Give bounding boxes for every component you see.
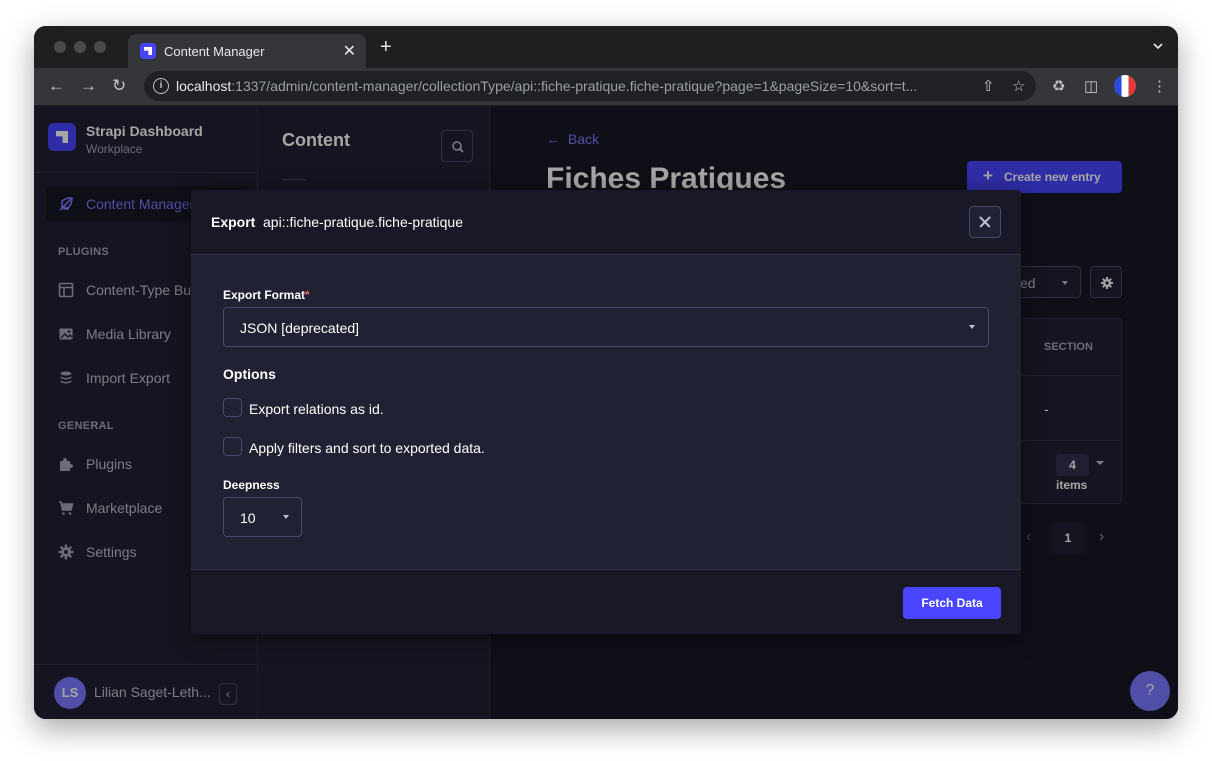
extensions-puzzle-icon[interactable]: ♻ [1052,77,1065,95]
browser-toolbar: ← → ↻ i localhost:1337/admin/content-man… [34,68,1178,106]
browser-tab[interactable]: Content Manager ✕ [128,34,366,68]
browser-menu-icon[interactable]: ⋮ [1152,77,1167,95]
export-relations-label[interactable]: Export relations as id. [249,401,384,417]
strapi-favicon-icon [140,43,156,59]
back-arrow-icon[interactable]: ← [48,76,65,96]
strapi-app: Strapi Dashboard Workplace Content Manag… [34,106,1178,719]
modal-footer: Fetch Data [191,569,1021,634]
tab-title: Content Manager [164,44,265,59]
export-relations-checkbox[interactable] [223,398,242,417]
chevron-down-icon [283,515,289,519]
close-tab-icon[interactable]: ✕ [343,41,356,61]
share-icon[interactable]: ⇧ [982,77,995,95]
modal-header: Export api::fiche-pratique.fiche-pratiqu… [191,190,1021,255]
url-text[interactable]: localhost:1337/admin/content-manager/col… [176,78,971,94]
apply-filters-checkbox[interactable] [223,437,242,456]
required-mark: * [305,288,310,302]
fetch-data-button[interactable]: Fetch Data [903,587,1001,619]
forward-arrow-icon[interactable]: → [80,76,97,96]
export-format-value: JSON [deprecated] [240,320,360,336]
tab-search-chevron-icon[interactable] [1152,40,1164,52]
options-title: Options [223,366,276,382]
close-modal-button[interactable] [969,206,1001,238]
chevron-down-icon [969,325,975,329]
profile-avatar-icon[interactable] [1114,75,1136,97]
apply-filters-label[interactable]: Apply filters and sort to exported data. [249,440,485,456]
export-format-label: Export Format* [223,288,310,302]
deepness-select[interactable]: 10 [223,497,302,537]
maximize-window-dot[interactable] [94,41,106,53]
browser-tabbar: Content Manager ✕ + [34,26,1178,68]
bookmark-star-icon[interactable]: ☆ [1012,77,1025,95]
side-panel-icon[interactable]: ◫ [1084,77,1098,95]
close-window-dot[interactable] [54,41,66,53]
deepness-label: Deepness [223,478,280,492]
modal-title-collection: api::fiche-pratique.fiche-pratique [263,214,464,230]
minimize-window-dot[interactable] [74,41,86,53]
export-format-select[interactable]: JSON [deprecated] [223,307,989,347]
modal-title: Export [211,214,256,230]
browser-window: Content Manager ✕ + ← → ↻ i localhost:13… [34,26,1178,719]
export-modal: Export api::fiche-pratique.fiche-pratiqu… [191,190,1021,634]
new-tab-button[interactable]: + [380,37,392,57]
deepness-value: 10 [240,510,256,526]
reload-icon[interactable]: ↻ [112,76,126,96]
site-info-icon[interactable]: i [153,78,169,94]
address-bar[interactable]: i localhost:1337/admin/content-manager/c… [144,71,1036,101]
